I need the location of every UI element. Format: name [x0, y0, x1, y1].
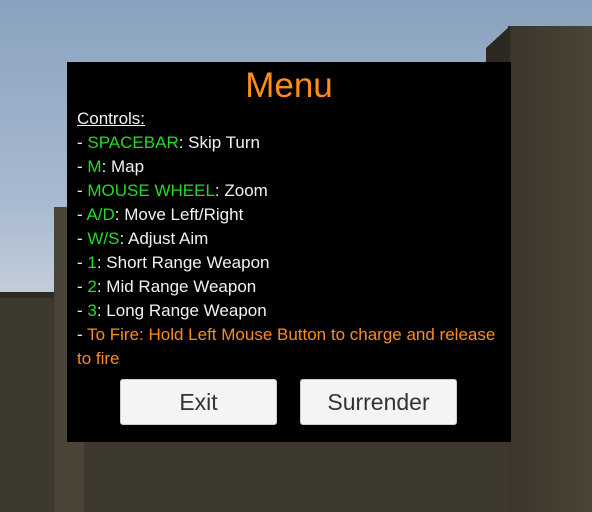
right-building [508, 26, 592, 512]
control-desc: : Map [101, 157, 145, 176]
control-line-long-weapon: - 3: Long Range Weapon [77, 299, 505, 323]
control-line-spacebar: - SPACEBAR: Skip Turn [77, 131, 505, 155]
menu-title: Menu [245, 66, 333, 105]
control-line-map: - M: Map [77, 155, 505, 179]
menu-panel: Menu Controls: - SPACEBAR: Skip Turn - M… [67, 62, 511, 442]
horizon-edge [0, 292, 60, 298]
control-desc: : Skip Turn [178, 133, 260, 152]
fire-hint-text: To Fire: Hold Left Mouse Button to charg… [77, 325, 496, 368]
control-desc: : Mid Range Weapon [96, 277, 257, 296]
control-line-short-weapon: - 1: Short Range Weapon [77, 251, 505, 275]
control-key: A/D [86, 205, 115, 224]
control-desc: : Move Left/Right [114, 205, 244, 224]
control-key: MOUSE WHEEL [87, 181, 215, 200]
control-desc: : Zoom [214, 181, 268, 200]
controls-list: Controls: - SPACEBAR: Skip Turn - M: Map… [77, 107, 505, 371]
surrender-button[interactable]: Surrender [300, 379, 457, 425]
line-prefix: - [77, 277, 88, 296]
control-key: W/S [87, 229, 120, 248]
control-key: 1 [87, 253, 97, 272]
line-prefix: - [77, 157, 88, 176]
line-prefix: - [77, 325, 88, 344]
control-line-aim: - W/S: Adjust Aim [77, 227, 505, 251]
control-key: 3 [87, 301, 97, 320]
control-desc: : Adjust Aim [119, 229, 209, 248]
control-line-mid-weapon: - 2: Mid Range Weapon [77, 275, 505, 299]
control-key: 2 [87, 277, 97, 296]
exit-button[interactable]: Exit [120, 379, 277, 425]
fire-instructions: - To Fire: Hold Left Mouse Button to cha… [77, 323, 505, 371]
control-line-move: - A/D: Move Left/Right [77, 203, 505, 227]
control-desc: : Short Range Weapon [96, 253, 270, 272]
building-corner [486, 26, 510, 66]
line-prefix: - [77, 181, 88, 200]
line-prefix: - [77, 301, 88, 320]
controls-header: Controls: [77, 109, 146, 128]
control-desc: : Long Range Weapon [96, 301, 267, 320]
control-key: SPACEBAR [87, 133, 179, 152]
control-key: M [87, 157, 102, 176]
control-line-zoom: - MOUSE WHEEL: Zoom [77, 179, 505, 203]
line-prefix: - [77, 229, 88, 248]
line-prefix: - [77, 133, 88, 152]
line-prefix: - [77, 253, 88, 272]
game-scene: Menu Controls: - SPACEBAR: Skip Turn - M… [0, 0, 592, 512]
